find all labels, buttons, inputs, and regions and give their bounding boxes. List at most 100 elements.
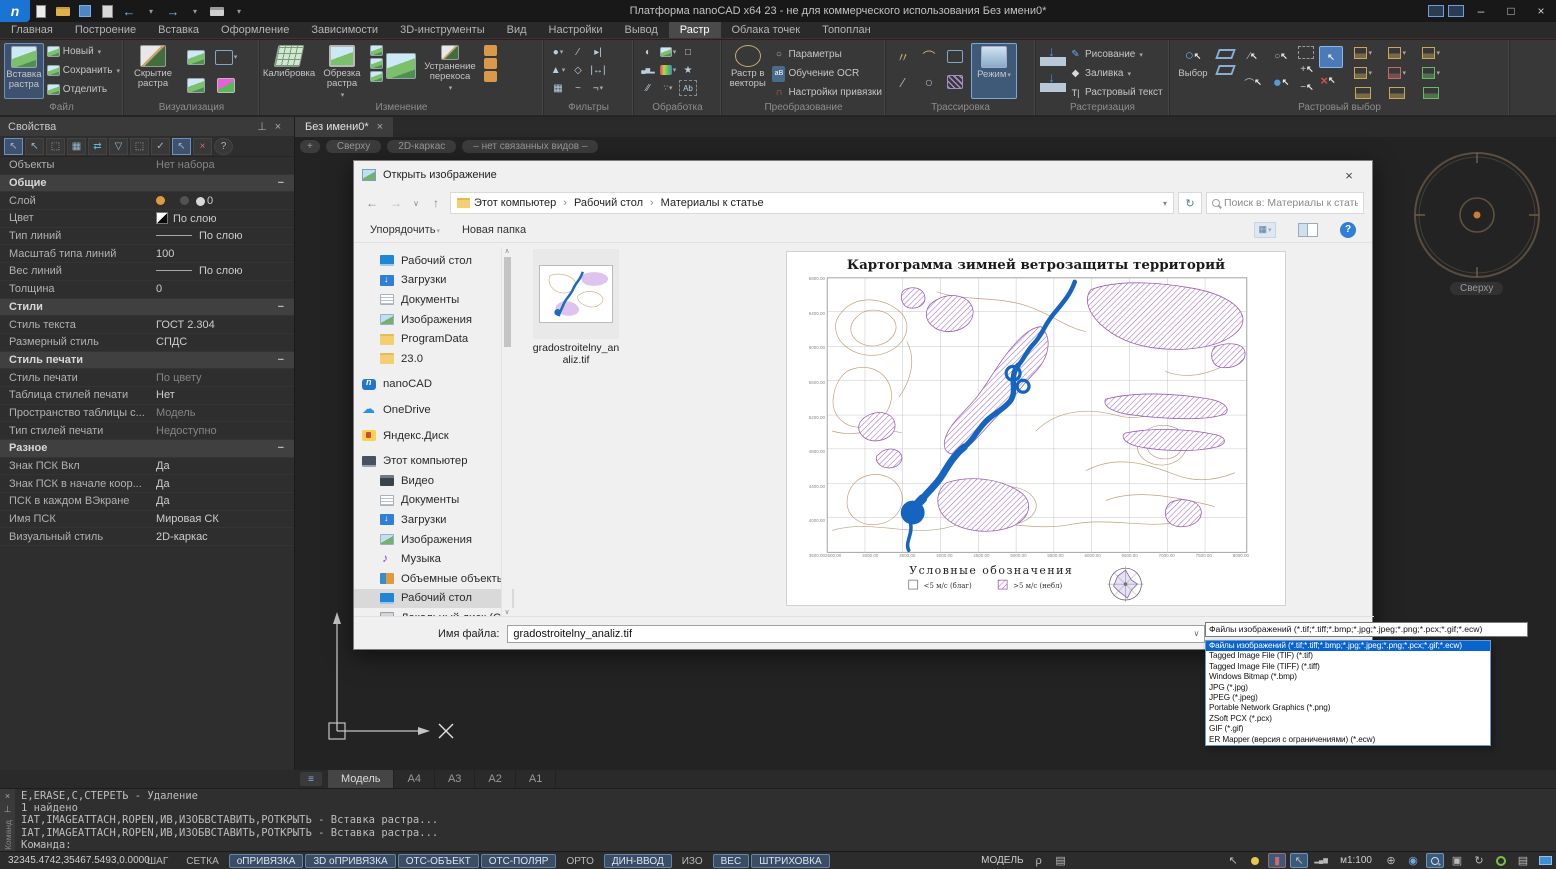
- raster-fill-button[interactable]: ◆Заливка: [1069, 65, 1163, 82]
- collapse-icon[interactable]: −: [278, 442, 284, 454]
- navigation-wheel[interactable]: [1402, 145, 1552, 285]
- raster-op-icon[interactable]: [1422, 85, 1440, 101]
- scroll-down-icon[interactable]: ∨: [504, 608, 509, 616]
- snap-settings-button[interactable]: ∩Настройки привязки: [772, 84, 882, 101]
- undo-dropdown[interactable]: ▾: [141, 2, 161, 20]
- raster-op-icon[interactable]: [1354, 65, 1372, 81]
- color-map-icon[interactable]: [659, 62, 677, 78]
- image-settings-icon[interactable]: [187, 50, 205, 65]
- tree-item[interactable]: OneDrive: [354, 400, 514, 420]
- layout-switch-icon[interactable]: [1448, 5, 1464, 17]
- ribbon-tab[interactable]: Главная: [0, 22, 64, 38]
- collapse-icon[interactable]: −: [278, 354, 284, 366]
- select-cursor-button[interactable]: [1319, 46, 1343, 68]
- tree-item[interactable]: Объемные объекты: [354, 569, 514, 589]
- print-button[interactable]: [207, 2, 227, 20]
- trace-arc-icon[interactable]: ⌒: [920, 48, 938, 64]
- selection-preview-icon[interactable]: ↖: [1290, 853, 1308, 868]
- text-area-icon[interactable]: Ab: [679, 80, 697, 96]
- help-icon[interactable]: ?: [214, 138, 233, 155]
- scale-indicator[interactable]: м1:100: [1340, 855, 1372, 866]
- property-row[interactable]: Толщина 0 −: [0, 281, 294, 299]
- filetype-option[interactable]: Файлы изображений (*.tif;*.tiff;*.bmp;*.…: [1206, 641, 1490, 651]
- document-tab[interactable]: Без имени0* ×: [295, 117, 393, 137]
- filetype-option[interactable]: ER Mapper (версия с ограничениями) (*.ec…: [1206, 735, 1490, 745]
- tree-item[interactable]: 23.0: [354, 349, 514, 369]
- status-toggle[interactable]: СЕТКА: [178, 854, 227, 868]
- tree-item[interactable]: Изображения: [354, 310, 514, 330]
- raster-text-button[interactable]: T|Растровый текст: [1069, 84, 1163, 101]
- property-row[interactable]: Тип стилей печати Недоступно −: [0, 422, 294, 440]
- filetype-option[interactable]: Windows Bitmap (*.bmp): [1206, 672, 1490, 682]
- raster-select-button[interactable]: ○ Выбор: [1174, 43, 1212, 99]
- sharpen-filter-icon[interactable]: ▲: [549, 62, 567, 78]
- filetype-option[interactable]: JPG (*.jpg): [1206, 683, 1490, 693]
- dialog-help-icon[interactable]: ?: [1340, 222, 1356, 238]
- property-row[interactable]: Объекты Нет набора −: [0, 157, 294, 175]
- ribbon-tab[interactable]: Вставка: [147, 22, 210, 38]
- filetype-option[interactable]: Tagged Image File (TIFF) (*.tiff): [1206, 662, 1490, 672]
- raster-to-vector-button[interactable]: Растр в векторы: [726, 43, 769, 99]
- filetype-option[interactable]: Portable Network Graphics (*.png): [1206, 703, 1490, 713]
- property-row[interactable]: Знак ПСК в начале коор... Да −: [0, 475, 294, 493]
- select-circle-icon[interactable]: ○: [1272, 48, 1290, 64]
- redo-button[interactable]: →: [163, 2, 183, 20]
- layout-tab[interactable]: А3: [435, 770, 475, 788]
- filetype-combobox[interactable]: Файлы изображений (*.tif;*.tiff;*.bmp;*.…: [1205, 622, 1528, 637]
- command-close-icon[interactable]: ×: [5, 791, 10, 801]
- pan-icon[interactable]: ⊕: [1382, 853, 1400, 868]
- status-toggle[interactable]: ВЕС: [713, 854, 750, 868]
- select-arc-icon[interactable]: ⌒: [1244, 74, 1262, 90]
- select-trapezoid-icon[interactable]: [1215, 65, 1236, 75]
- raster-tool-icon[interactable]: [370, 45, 383, 56]
- tab-close-icon[interactable]: ×: [377, 121, 383, 133]
- ribbon-tab[interactable]: 3D-инструменты: [389, 22, 496, 38]
- stretch-filter-icon[interactable]: |↔|: [589, 62, 607, 78]
- magic-select-icon[interactable]: ★: [679, 62, 697, 78]
- zoom-window-icon[interactable]: [1426, 853, 1444, 868]
- select-line-icon[interactable]: ∕: [1244, 48, 1262, 64]
- sync-icon[interactable]: ⇄: [88, 138, 107, 155]
- property-row[interactable]: Таблица стилей печати Нет −: [0, 387, 294, 405]
- tree-item[interactable]: Документы: [354, 290, 514, 310]
- select-add-icon[interactable]: +: [1298, 61, 1316, 77]
- annotation-monitor-icon[interactable]: ▮: [1268, 853, 1286, 868]
- annotation-scale-icon[interactable]: ρ: [1030, 853, 1048, 868]
- select-window-icon[interactable]: [1298, 46, 1314, 59]
- ribbon-tab[interactable]: Облака точек: [721, 22, 812, 38]
- clean-screen-icon[interactable]: [1536, 853, 1554, 868]
- tree-item[interactable]: Яндекс.Диск: [354, 426, 514, 446]
- raster-op-icon[interactable]: [1354, 85, 1372, 101]
- command-pin-icon[interactable]: ⊥: [4, 804, 12, 815]
- color-raster-icon[interactable]: [217, 78, 235, 93]
- panel-close-icon[interactable]: ×: [270, 121, 286, 133]
- filetype-option[interactable]: Tagged Image File (TIF) (*.tif): [1206, 651, 1490, 661]
- blur-filter-icon[interactable]: ●: [549, 44, 567, 60]
- tree-item[interactable]: Локальный диск (C:): [354, 608, 514, 616]
- filetype-option[interactable]: ZSoft PCX (*.pcx): [1206, 714, 1490, 724]
- property-row[interactable]: Тип линий По слою −: [0, 228, 294, 246]
- raster-op-icon[interactable]: [1422, 45, 1440, 61]
- filename-dropdown-icon[interactable]: ∨: [1188, 629, 1204, 638]
- binarize-filter-icon[interactable]: ▦: [549, 80, 567, 96]
- trace-circle-icon[interactable]: ○: [920, 74, 938, 90]
- selection-cursor-icon[interactable]: ↖: [1224, 853, 1242, 868]
- select-parallelogram-icon[interactable]: [1215, 49, 1236, 59]
- deskew-button[interactable]: Устранение перекоса: [419, 43, 481, 99]
- selection-area-icon[interactable]: □: [679, 44, 697, 60]
- viewport-pill[interactable]: Сверху: [326, 140, 381, 153]
- raster-op-icon[interactable]: [1388, 85, 1406, 101]
- property-row[interactable]: Имя ПСК Мировая СК −: [0, 511, 294, 529]
- tree-item[interactable]: ProgramData: [354, 329, 514, 349]
- insert-raster-button[interactable]: Вставка растра: [4, 43, 44, 99]
- crop-raster-button[interactable]: Обрезка растра: [317, 43, 367, 102]
- maximize-button[interactable]: □: [1496, 0, 1526, 22]
- nav-back-icon[interactable]: ←: [362, 196, 382, 210]
- preview-pane-icon[interactable]: [1298, 223, 1318, 237]
- trace-polyline-icon[interactable]: 〃: [894, 48, 912, 64]
- filename-input[interactable]: [508, 628, 1188, 640]
- lines-icon[interactable]: ∕∕: [639, 80, 657, 96]
- status-toggle[interactable]: ОТС-ОБЪЕКТ: [398, 854, 479, 868]
- filetype-option[interactable]: JPEG (*.jpeg): [1206, 693, 1490, 703]
- ribbon-tab[interactable]: Настройки: [538, 22, 614, 38]
